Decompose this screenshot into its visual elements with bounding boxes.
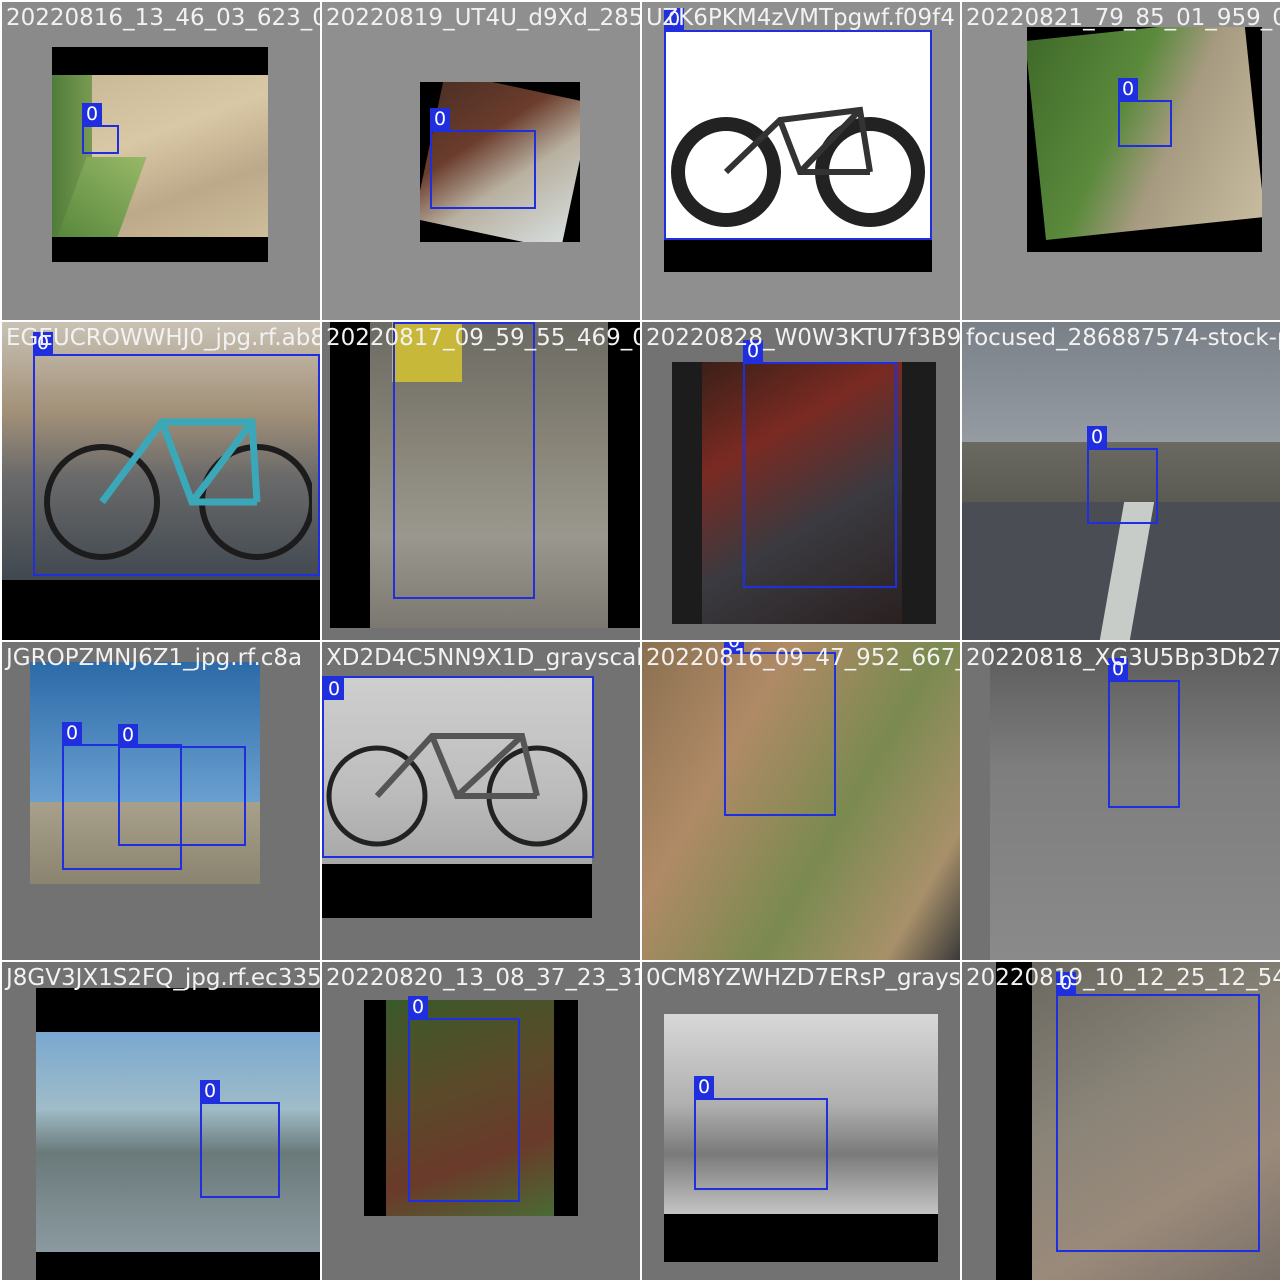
tile-5: 0 EGEUCROWWHJ0_jpg.rf.ab83 <box>2 322 320 640</box>
class-label: 0 <box>1056 972 1076 994</box>
detection-box: 0 <box>322 676 594 858</box>
tile-7: 0 20220828_W0W3KTU7f3B9_000 <box>642 322 960 640</box>
filename: 20220828_W0W3KTU7f3B9_000 <box>646 325 960 351</box>
filename: 20220820_13_08_37_23_318_0 <box>326 965 640 991</box>
detection-box: 0 <box>430 108 536 209</box>
class-label: 0 <box>200 1080 220 1102</box>
class-label: 0 <box>430 108 450 130</box>
filename: UZK6PKM4zVMTpgwf.f09f4 <box>646 5 955 31</box>
tile-2: 0 20220819_UT4U_d9Xd_285_0 <box>322 2 640 320</box>
tile-8: 0 focused_286887574-stock-p <box>962 322 1280 640</box>
tile-1: 0 20220816_13_46_03_623_0 <box>2 2 320 320</box>
tile-11: 0 20220816_09_47_952_667_0 <box>642 642 960 960</box>
class-label: 0 <box>1118 78 1138 100</box>
class-label: 0 <box>118 724 138 746</box>
detection-box: 0 <box>82 103 119 154</box>
class-label: 0 <box>1108 658 1128 680</box>
filename: 20220816_13_46_03_623_0 <box>6 5 320 31</box>
detection-box: 0 <box>393 322 535 599</box>
class-label: 0 <box>62 722 82 744</box>
filename: 0CM8YZWHZD7ERsP_grayscale <box>646 965 960 991</box>
filename: 20220819_UT4U_d9Xd_285_0 <box>326 5 640 31</box>
detection-box: 0 <box>694 1076 828 1190</box>
tile-12: 0 20220818_XG3U5Bp3Db27B_0 <box>962 642 1280 960</box>
detection-box: 0 <box>1087 426 1158 524</box>
detection-box: 0 <box>1118 78 1172 147</box>
detection-box: 0 <box>743 340 897 588</box>
mosaic-grid: 0 20220816_13_46_03_623_0 0 20220819_UT4… <box>0 0 1280 1280</box>
tile-6: 0 20220817_09_59_55_469_0 <box>322 322 640 640</box>
detection-box: 0 <box>664 8 932 240</box>
detection-box: 0 <box>724 642 836 816</box>
tile-16: 0 20220819_10_12_25_12_541_0 <box>962 962 1280 1280</box>
class-label: 0 <box>743 340 763 362</box>
detection-box: 0 <box>200 1080 280 1198</box>
photo <box>52 47 268 262</box>
detection-box: 0 <box>1108 658 1180 808</box>
class-label: 0 <box>82 103 102 125</box>
tile-10: 0 XD2D4C5NN9X1D_grayscale <box>322 642 640 960</box>
detection-box: 0 <box>118 724 246 846</box>
class-label: 0 <box>1087 426 1107 448</box>
detection-box: 0 <box>1056 972 1260 1252</box>
tile-9: 0 0 JGROPZMNJ6Z1_jpg.rf.c8a <box>2 642 320 960</box>
class-label: 0 <box>393 322 413 324</box>
class-label: 0 <box>694 1076 714 1098</box>
tile-15: 0 0CM8YZWHZD7ERsP_grayscale <box>642 962 960 1280</box>
tile-3: 0 UZK6PKM4zVMTpgwf.f09f4 <box>642 2 960 320</box>
class-label: 0 <box>724 642 744 652</box>
tile-13: 0 J8GV3JX1S2FQ_jpg.rf.ec335 <box>2 962 320 1280</box>
class-label: 0 <box>33 332 53 354</box>
tile-14: 0 20220820_13_08_37_23_318_0 <box>322 962 640 1280</box>
tile-4: 0 20220821_79_85_01_959_0 <box>962 2 1280 320</box>
filename: XD2D4C5NN9X1D_grayscale <box>326 645 640 671</box>
detection-box: 0 <box>408 996 520 1202</box>
detection-box: 0 <box>33 332 320 576</box>
class-label: 0 <box>324 678 344 700</box>
class-label: 0 <box>408 996 428 1018</box>
class-label: 0 <box>664 8 684 30</box>
